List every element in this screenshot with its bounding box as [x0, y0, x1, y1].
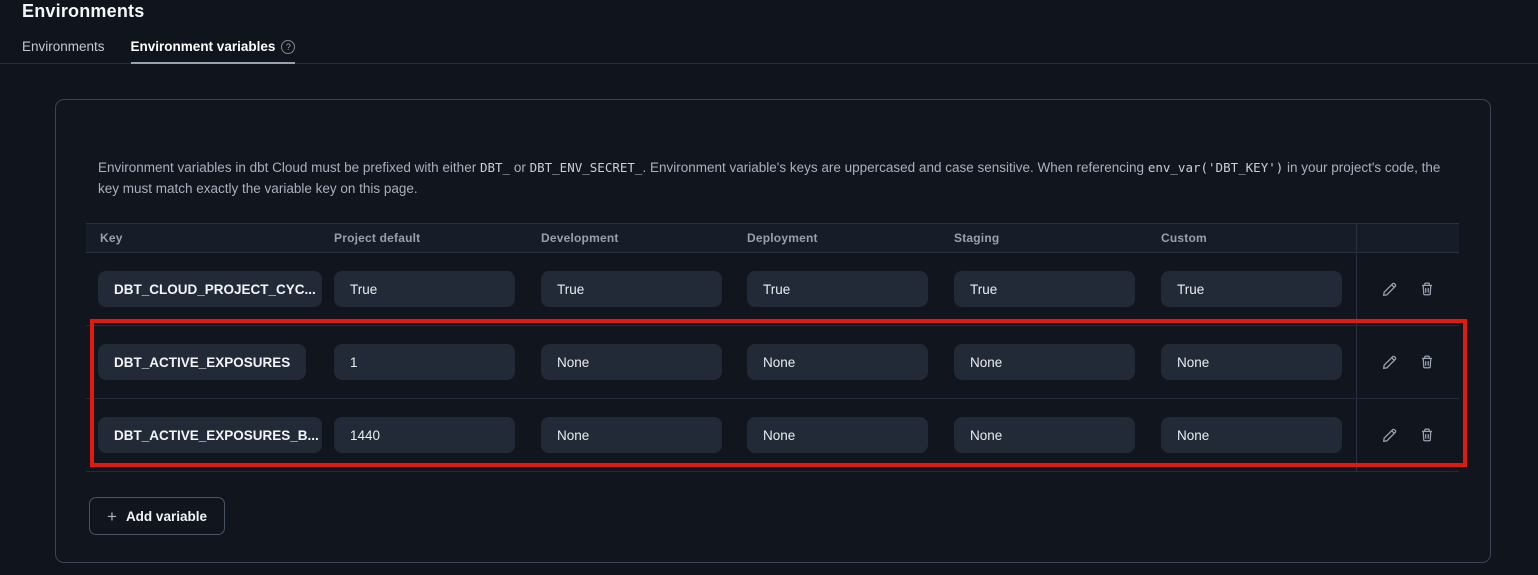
variables-table: Key Project default Development Deployme…	[86, 223, 1459, 472]
custom-value: None	[1161, 417, 1342, 453]
page-title: Environments	[22, 1, 144, 22]
development-value: None	[541, 417, 722, 453]
trash-icon	[1418, 353, 1436, 371]
pencil-icon	[1381, 280, 1399, 298]
environments-page: Environments Environments Environment va…	[0, 0, 1538, 575]
column-header-actions	[1356, 224, 1459, 252]
column-header-staging: Staging	[954, 231, 1161, 245]
tab-environment-variables[interactable]: Environment variables ?	[131, 39, 296, 63]
column-header-project-default: Project default	[334, 231, 541, 245]
variable-key-chip: DBT_CLOUD_PROJECT_CYC...	[98, 271, 322, 307]
table-row: DBT_ACTIVE_EXPOSURES_B... 1440 None None…	[86, 399, 1459, 472]
custom-value: None	[1161, 344, 1342, 380]
edit-variable-button[interactable]	[1379, 424, 1401, 446]
variable-key-chip: DBT_ACTIVE_EXPOSURES_B...	[98, 417, 322, 453]
tab-environment-variables-label: Environment variables	[131, 39, 276, 54]
description-part-1: Environment variables in dbt Cloud must …	[98, 160, 480, 175]
pencil-icon	[1381, 353, 1399, 371]
table-row: DBT_CLOUD_PROJECT_CYC... True True True …	[86, 253, 1459, 326]
code-dbt-env-secret-prefix: DBT_ENV_SECRET_	[530, 160, 643, 175]
development-value: None	[541, 344, 722, 380]
custom-value: True	[1161, 271, 1342, 307]
tab-environments[interactable]: Environments	[22, 39, 105, 63]
row-actions	[1356, 399, 1459, 471]
column-header-deployment: Deployment	[747, 231, 954, 245]
delete-variable-button[interactable]	[1416, 424, 1438, 446]
description-text: Environment variables in dbt Cloud must …	[98, 157, 1458, 199]
description-part-3: . Environment variable's keys are upperc…	[642, 160, 1147, 175]
table-row: DBT_ACTIVE_EXPOSURES 1 None None None No…	[86, 326, 1459, 399]
trash-icon	[1418, 280, 1436, 298]
column-header-key: Key	[86, 231, 334, 245]
pencil-icon	[1381, 426, 1399, 444]
staging-value: True	[954, 271, 1135, 307]
deployment-value: True	[747, 271, 928, 307]
help-icon[interactable]: ?	[281, 40, 295, 54]
description-part-2: or	[510, 160, 530, 175]
delete-variable-button[interactable]	[1416, 351, 1438, 373]
project-default-value: 1440	[334, 417, 515, 453]
deployment-value: None	[747, 417, 928, 453]
development-value: True	[541, 271, 722, 307]
environment-variables-card: Environment variables in dbt Cloud must …	[55, 99, 1491, 563]
code-dbt-prefix: DBT_	[480, 160, 510, 175]
tab-bar: Environments Environment variables ?	[0, 40, 1538, 64]
column-header-development: Development	[541, 231, 747, 245]
table-header-row: Key Project default Development Deployme…	[86, 223, 1459, 253]
row-actions	[1356, 326, 1459, 398]
staging-value: None	[954, 417, 1135, 453]
project-default-value: 1	[334, 344, 515, 380]
tab-environments-label: Environments	[22, 39, 105, 54]
staging-value: None	[954, 344, 1135, 380]
variable-key-chip: DBT_ACTIVE_EXPOSURES	[98, 344, 306, 380]
trash-icon	[1418, 426, 1436, 444]
add-variable-button[interactable]: + Add variable	[89, 497, 225, 535]
add-variable-label: Add variable	[126, 509, 207, 524]
delete-variable-button[interactable]	[1416, 278, 1438, 300]
code-env-var-example: env_var('DBT_KEY')	[1148, 160, 1283, 175]
plus-icon: +	[107, 508, 117, 525]
project-default-value: True	[334, 271, 515, 307]
row-actions	[1356, 253, 1459, 325]
edit-variable-button[interactable]	[1379, 278, 1401, 300]
column-header-custom: Custom	[1161, 231, 1356, 245]
deployment-value: None	[747, 344, 928, 380]
edit-variable-button[interactable]	[1379, 351, 1401, 373]
